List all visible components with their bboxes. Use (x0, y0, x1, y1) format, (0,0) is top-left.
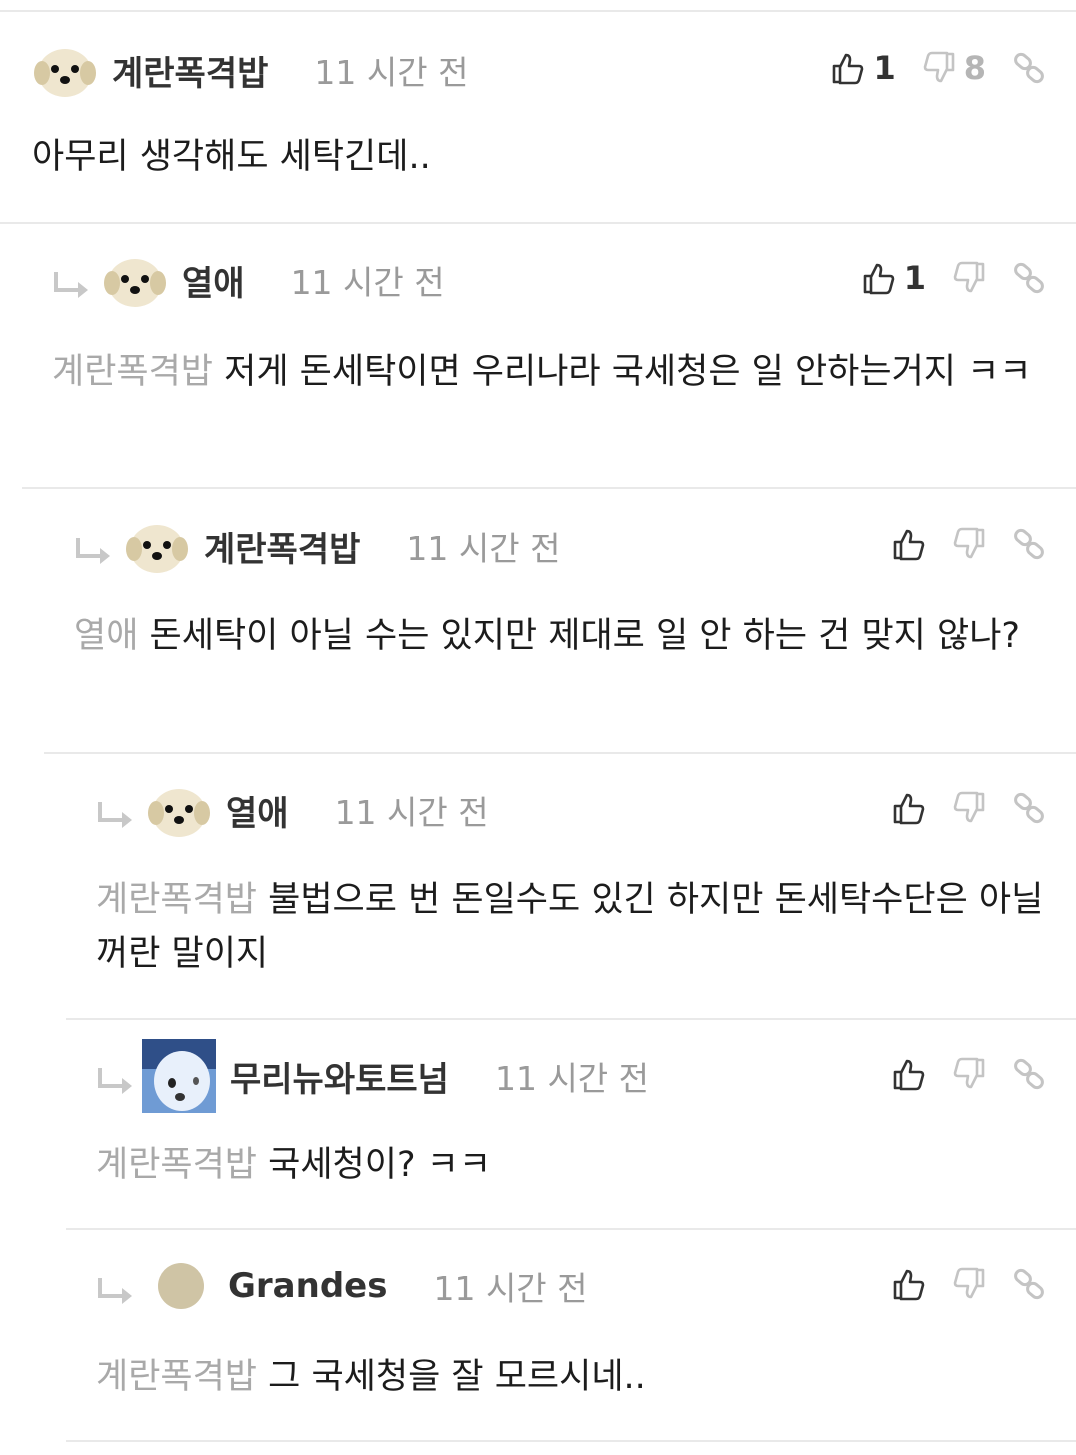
like-button[interactable] (892, 1267, 926, 1301)
comment-time: 11 시간 전 (290, 263, 445, 302)
dislike-button[interactable] (952, 261, 986, 295)
mention-link[interactable]: 계란폭격밥 (96, 1357, 257, 1397)
link-icon (1014, 1268, 1044, 1300)
share-link-button[interactable] (1012, 527, 1046, 561)
divider (0, 10, 1076, 12)
dislike-button[interactable] (952, 791, 986, 825)
thumbs-down-icon (953, 261, 985, 293)
comment-text: 계란폭격밥 불법으로 번 돈일수도 있긴 하지만 돈세탁수단은 아닐꺼란 말이지 (96, 873, 1056, 981)
comment-body: 돈세탁이 아닐 수는 있지만 제대로 일 안 하는 건 맞지 않나? (149, 616, 1020, 656)
comment-body: 그 국세청을 잘 모르시네.. (268, 1357, 646, 1397)
dislike-button[interactable] (952, 527, 986, 561)
reply-arrow-icon (98, 802, 132, 828)
author-name[interactable]: Grandes (228, 1266, 387, 1306)
avatar[interactable] (124, 513, 190, 579)
comment-header: 무리뉴와토트넘 11 시간 전 (142, 1036, 649, 1116)
link-icon (1014, 262, 1044, 294)
mention-link[interactable]: 계란폭격밥 (52, 352, 213, 392)
comment-header: 계란폭격밥 11 시간 전 (32, 30, 468, 110)
mention-link[interactable]: 열애 (74, 616, 138, 656)
share-link-button[interactable] (1012, 791, 1046, 825)
like-count: 1 (873, 49, 896, 87)
avatar[interactable] (146, 777, 212, 843)
comment-header: 열애 11 시간 전 (146, 770, 489, 850)
reply-arrow-icon (54, 272, 88, 298)
avatar[interactable] (142, 1039, 216, 1113)
comment-text: 아무리 생각해도 세탁긴데.. (32, 130, 1042, 184)
thumbs-up-icon (833, 53, 864, 85)
mention-link[interactable]: 계란폭격밥 (96, 1145, 257, 1185)
like-button[interactable] (892, 527, 926, 561)
comment-actions (866, 1244, 1046, 1324)
thumbs-up-icon (893, 529, 925, 561)
share-link-button[interactable] (1012, 51, 1046, 85)
link-icon (1014, 1058, 1044, 1090)
thumbs-up-icon (863, 263, 895, 295)
reply-arrow-icon (98, 1278, 132, 1304)
like-button[interactable] (892, 791, 926, 825)
avatar[interactable] (32, 37, 98, 103)
thumbs-up-icon (893, 793, 925, 825)
thumbs-down-icon (953, 791, 985, 823)
comment-header: 계란폭격밥 11 시간 전 (124, 506, 560, 586)
comment-time: 11 시간 전 (406, 529, 561, 568)
dislike-button[interactable] (952, 1057, 986, 1091)
comment-time: 11 시간 전 (314, 53, 469, 92)
author-name[interactable]: 무리뉴와토트넘 (230, 1052, 449, 1101)
comment-actions (866, 1034, 1046, 1114)
like-button[interactable]: 1 (862, 259, 926, 297)
comment-body: 국세청이? ㅋㅋ (268, 1145, 492, 1185)
like-button[interactable] (892, 1057, 926, 1091)
dislike-button[interactable]: 8 (922, 49, 986, 87)
divider (66, 1018, 1076, 1020)
comment-actions: 1 8 (805, 28, 1046, 108)
comment-time: 11 시간 전 (433, 1269, 588, 1308)
share-link-button[interactable] (1012, 1267, 1046, 1301)
reply-arrow-icon (76, 538, 110, 564)
thumbs-up-icon (893, 1269, 925, 1301)
link-icon (1014, 528, 1044, 560)
dislike-button[interactable] (952, 1267, 986, 1301)
comment-actions (866, 504, 1046, 584)
comment-header: 열애 11 시간 전 (102, 240, 445, 320)
comment-text: 계란폭격밥 그 국세청을 잘 모르시네.. (96, 1350, 1056, 1404)
divider (66, 1228, 1076, 1230)
divider (0, 222, 1076, 224)
avatar[interactable] (102, 247, 168, 313)
share-link-button[interactable] (1012, 261, 1046, 295)
author-name[interactable]: 열애 (182, 256, 245, 305)
avatar[interactable] (158, 1263, 204, 1309)
author-name[interactable]: 열애 (226, 786, 289, 835)
comment-text: 열애 돈세탁이 아닐 수는 있지만 제대로 일 안 하는 건 맞지 않나? (74, 609, 1054, 663)
thumbs-down-icon (953, 527, 985, 559)
comment-time: 11 시간 전 (494, 1059, 650, 1098)
link-icon (1014, 792, 1044, 824)
comment-body: 저게 돈세탁이면 우리나라 국세청은 일 안하는거지 ㅋㅋ (224, 352, 1032, 392)
thumbs-down-icon (923, 51, 955, 83)
thumbs-down-icon (953, 1057, 985, 1089)
like-count: 1 (903, 259, 926, 297)
author-name[interactable]: 계란폭격밥 (204, 522, 360, 571)
comment-body: 아무리 생각해도 세탁긴데.. (32, 137, 431, 177)
comment-actions: 1 (836, 238, 1046, 318)
mention-link[interactable]: 계란폭격밥 (96, 880, 257, 920)
comment-text: 계란폭격밥 국세청이? ㅋㅋ (96, 1138, 1056, 1192)
author-name[interactable]: 계란폭격밥 (112, 46, 268, 95)
divider (22, 487, 1076, 489)
divider (66, 1440, 1076, 1442)
thumbs-up-icon (893, 1059, 925, 1091)
comment-time: 11 시간 전 (334, 793, 489, 832)
share-link-button[interactable] (1012, 1057, 1046, 1091)
comment-actions (866, 768, 1046, 848)
reply-arrow-icon (98, 1068, 132, 1094)
link-icon (1014, 52, 1044, 84)
thumbs-down-icon (953, 1267, 985, 1299)
dislike-count: 8 (963, 49, 986, 87)
like-button[interactable]: 1 (831, 49, 896, 87)
comment-text: 계란폭격밥 저게 돈세탁이면 우리나라 국세청은 일 안하는거지 ㅋㅋ (52, 345, 1047, 399)
comment-header: Grandes 11 시간 전 (148, 1246, 588, 1326)
divider (44, 752, 1076, 754)
